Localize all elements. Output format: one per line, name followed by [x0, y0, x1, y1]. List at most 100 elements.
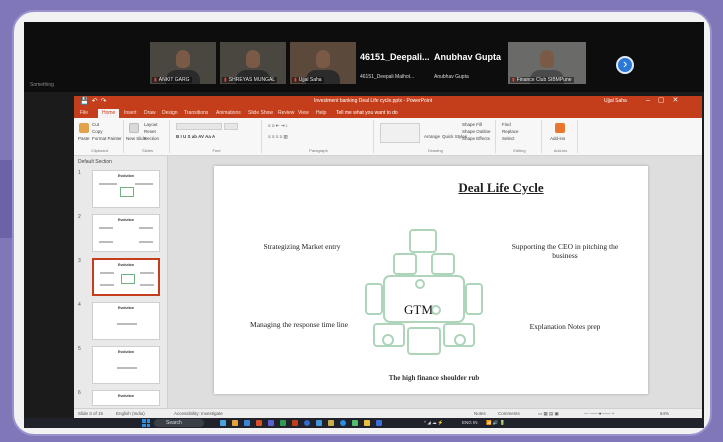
sticky-notes-icon[interactable]	[364, 420, 370, 426]
tab-animations[interactable]: Animations	[216, 110, 241, 116]
slide-thumbnail[interactable]: Evolution	[92, 214, 160, 252]
slide-text-bottom-right[interactable]: Explanation Notes prep	[520, 322, 610, 331]
slide-text-top-left[interactable]: Strategizing Market entry	[252, 242, 352, 251]
group-label: Clipboard	[90, 148, 109, 153]
tab-design[interactable]: Design	[162, 110, 178, 116]
section-button[interactable]: Section	[144, 136, 159, 141]
slide-center-label[interactable]: GTM	[404, 302, 433, 318]
participant-tile[interactable]: 46151_Deepali... 46151_Deepali Malhot...	[360, 42, 430, 84]
slide-thumbnail[interactable]: Evolution	[92, 346, 160, 384]
zoom-level[interactable]: 64%	[660, 411, 669, 416]
thumb-number: 2	[78, 214, 81, 220]
shapes-gallery[interactable]	[380, 123, 420, 143]
system-tray-icons[interactable]: ^ ◢ ☁ ⚡	[424, 420, 443, 426]
participant-tile[interactable]: Anubhav Gupta Anubhav Gupta	[434, 42, 501, 84]
tab-slide-show[interactable]: Slide Show	[248, 110, 273, 116]
widgets-icon[interactable]	[220, 420, 226, 426]
document-title: Investment banking Deal Life cycle.pptx …	[314, 98, 433, 104]
participant-tile[interactable]: ▮ ANKIT GARG	[150, 42, 216, 84]
shape-fill-button[interactable]: Shape Fill	[462, 122, 482, 127]
font-size-select[interactable]	[224, 123, 238, 130]
replace-button[interactable]: Replace	[502, 129, 519, 134]
language-tray[interactable]: ENG IN	[462, 420, 478, 425]
user-name[interactable]: Ujjal Saha	[604, 98, 627, 104]
person-avatar	[176, 50, 190, 68]
excel-icon[interactable]	[280, 420, 286, 426]
file-explorer-icon[interactable]	[232, 420, 238, 426]
zoom-slider[interactable]: — ——●—— +	[584, 411, 614, 416]
font-format-buttons[interactable]: B I U S ab AV Aa A	[176, 134, 215, 139]
tab-review[interactable]: Review	[278, 110, 294, 116]
teams-icon[interactable]	[268, 420, 274, 426]
group-label: Drawing	[428, 148, 443, 153]
windows-start-icon[interactable]	[142, 419, 150, 427]
new-slide-icon[interactable]	[129, 123, 139, 133]
slide-text-top-right[interactable]: Supporting the CEO in pitching the busin…	[510, 242, 620, 261]
arrange-button[interactable]: Arrange	[424, 134, 440, 139]
add-ins-button[interactable]: Add-ins	[550, 136, 565, 141]
tab-draw[interactable]: Draw	[144, 110, 156, 116]
whatsapp-icon[interactable]	[352, 420, 358, 426]
word-icon[interactable]	[316, 420, 322, 426]
notes-button[interactable]: Notes	[474, 411, 486, 416]
powerpoint-icon[interactable]	[292, 420, 298, 426]
slide-thumbnail[interactable]: Evolution	[92, 390, 160, 406]
participant-name: Ujjal Saha	[298, 77, 322, 83]
participant-name: Anubhav Gupta	[434, 52, 501, 62]
slide-title[interactable]: Deal Life Cycle	[214, 180, 648, 196]
thumb-title: Evolution	[118, 218, 134, 222]
outlook-icon[interactable]	[376, 420, 382, 426]
tab-transitions[interactable]: Transitions	[184, 110, 208, 116]
paste-icon[interactable]	[79, 123, 89, 133]
slide-text-bottom-left[interactable]: Managing the response time line	[244, 320, 354, 329]
tab-insert[interactable]: Insert	[124, 110, 137, 116]
format-painter-button[interactable]: Format Painter	[92, 136, 122, 141]
participant-tile[interactable]: ▮ Finance Club SIBMPune	[508, 42, 586, 84]
copy-button[interactable]: Copy	[92, 129, 103, 134]
shape-outline-button[interactable]: Shape Outline	[462, 129, 491, 134]
edge-browser-icon[interactable]	[244, 420, 250, 426]
participant-name: Finance Club SIBMPune	[516, 77, 572, 83]
tell-me-search[interactable]: Tell me what you want to do	[336, 110, 398, 116]
thumb-title: Evolution	[118, 306, 134, 310]
quick-access-toolbar[interactable]: 💾↶↷	[80, 97, 109, 105]
paragraph-group: ≡ ≡ ⇤ ⇥ ↕ ≡ ≡ ≡ ≡ ▥ Paragraph	[264, 120, 374, 153]
slide-caption[interactable]: The high finance shoulder rub	[364, 374, 504, 382]
tab-help[interactable]: Help	[316, 110, 326, 116]
chrome-icon[interactable]	[304, 420, 310, 426]
title-bar: 💾↶↷ Investment banking Deal Life cycle.p…	[74, 96, 702, 108]
group-label: Paragraph	[309, 148, 328, 153]
reset-button[interactable]: Reset	[144, 129, 156, 134]
slide-thumbnail-selected[interactable]: Evolution	[92, 258, 160, 296]
slide-thumbnail[interactable]: Evolution	[92, 302, 160, 340]
tab-file[interactable]: File	[80, 110, 88, 116]
tab-view[interactable]: View	[298, 110, 309, 116]
comments-button[interactable]: Comments	[498, 411, 520, 416]
accessibility-status[interactable]: Accessibility: Investigate	[174, 411, 223, 416]
network-volume-battery-icons[interactable]: 📶 🔊 🔋	[486, 420, 505, 426]
participant-tile[interactable]: ▮ SHREYAS MUNGAL	[220, 42, 286, 84]
taskbar-search[interactable]: Search	[154, 419, 204, 427]
language-indicator[interactable]: English (India)	[116, 411, 145, 416]
layout-button[interactable]: Layout	[144, 122, 158, 127]
list-buttons[interactable]: ≡ ≡ ⇤ ⇥ ↕	[268, 123, 288, 129]
font-name-select[interactable]	[176, 123, 222, 130]
select-button[interactable]: Select	[502, 136, 515, 141]
add-ins-icon[interactable]	[555, 123, 565, 133]
tab-home[interactable]: Home	[98, 109, 120, 118]
chevron-right-icon[interactable]	[616, 56, 634, 74]
find-button[interactable]: Find	[502, 122, 511, 127]
cut-button[interactable]: Cut	[92, 122, 99, 127]
window-controls[interactable]: –▢✕	[646, 96, 686, 104]
slide-canvas[interactable]: Deal Life Cycle Strategizing Market entr…	[214, 166, 648, 394]
shape-effects-button[interactable]: Shape Effects	[462, 136, 490, 141]
app-icon[interactable]	[328, 420, 334, 426]
slide-thumbnail[interactable]: Evolution	[92, 170, 160, 208]
office-icon[interactable]	[256, 420, 262, 426]
paste-button[interactable]: Paste	[78, 136, 90, 141]
zoom-meeting-icon[interactable]	[340, 420, 346, 426]
view-buttons[interactable]: ▭ ▦ ▤ ▣	[538, 411, 559, 417]
participant-tile[interactable]: ▮ Ujjal Saha	[290, 42, 356, 84]
align-buttons[interactable]: ≡ ≡ ≡ ≡ ▥	[268, 134, 288, 140]
section-label[interactable]: Default Section	[78, 159, 112, 165]
